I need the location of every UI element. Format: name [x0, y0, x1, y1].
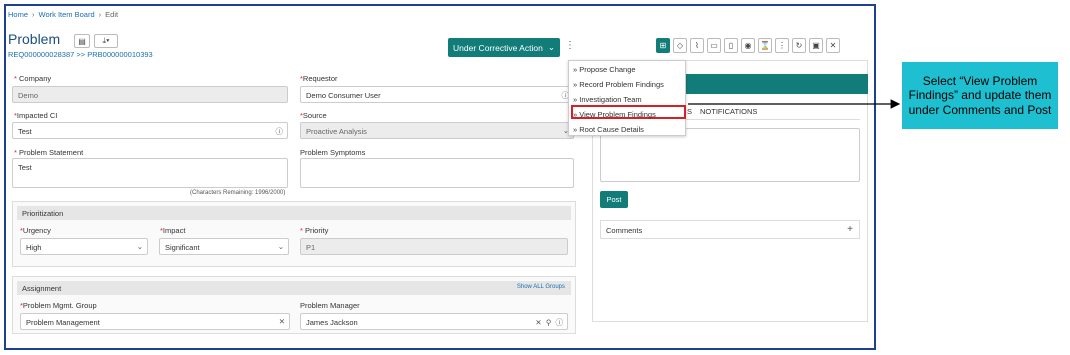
instruction-callout: Select “View Problem Findings” and updat… — [902, 62, 1058, 129]
callout-arrow — [688, 99, 901, 109]
